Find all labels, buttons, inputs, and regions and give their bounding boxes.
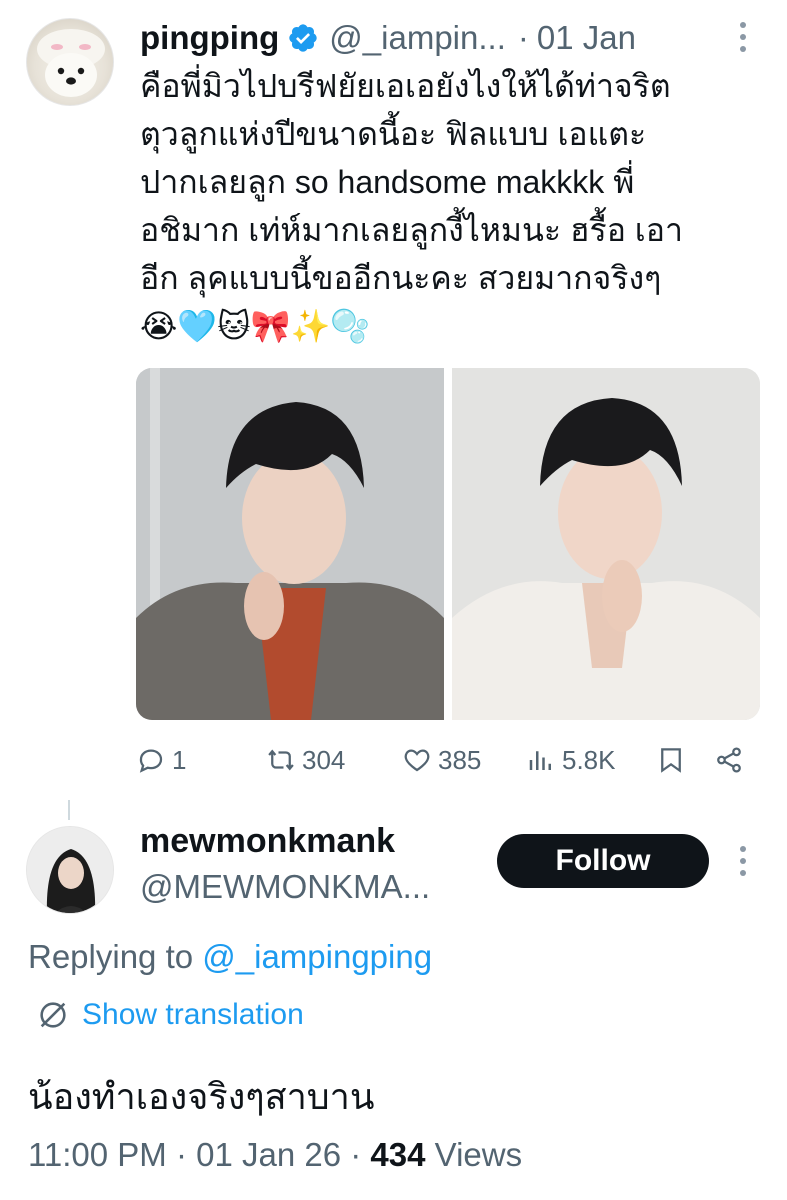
replying-to-prefix: Replying to [28, 938, 203, 975]
show-translation-link[interactable]: Show translation [36, 998, 304, 1032]
retweet-icon [268, 749, 294, 771]
views-icon [529, 751, 551, 770]
reply-timestamp[interactable]: 11:00 PM · 01 Jan 26 · [28, 1136, 370, 1173]
views-button[interactable]: 5.8K [526, 745, 656, 776]
dog-avatar-image [37, 29, 105, 97]
reply-author-name[interactable]: mewmonkmank [140, 822, 395, 861]
reply-count: 1 [172, 744, 187, 775]
like-count: 385 [438, 744, 482, 775]
verified-badge-icon [287, 22, 319, 54]
author-avatar[interactable] [26, 18, 114, 106]
tweet-date[interactable]: 01 Jan [537, 19, 636, 57]
show-translation-label: Show translation [82, 998, 304, 1031]
retweet-count: 304 [302, 744, 346, 775]
like-icon [404, 749, 430, 772]
tweet-actions: 1 304 385 5.8K [136, 740, 756, 780]
reply-button[interactable]: 1 [136, 745, 266, 776]
replying-to-mention[interactable]: @_iampingping [202, 938, 432, 975]
translate-icon [40, 1002, 66, 1028]
bookmark-button[interactable] [656, 745, 714, 775]
author-handle[interactable]: @_iampin... [329, 19, 506, 57]
tweet-header: pingping @_iampin... · 01 Jan [140, 16, 760, 60]
replying-to-line: Replying to @_iampingping [28, 938, 432, 976]
reply-icon [139, 749, 163, 773]
views-count: 5.8K [562, 744, 616, 775]
author-display-name[interactable]: pingping [140, 19, 279, 57]
photo-person-white-jacket [452, 368, 760, 720]
tweet-photo-2[interactable] [452, 368, 760, 720]
share-icon [717, 747, 741, 773]
bookmark-icon [661, 748, 681, 773]
separator-dot: · [517, 19, 529, 56]
reply-author-avatar[interactable] [26, 826, 114, 914]
reply-text: น้องทำเองจริงๆสาบาน [28, 1076, 375, 1117]
retweet-button[interactable]: 304 [266, 745, 402, 776]
reply-author-handle[interactable]: @MEWMONKMA... [140, 868, 430, 906]
reply-views-label: Views [425, 1136, 523, 1173]
more-icon[interactable] [736, 846, 750, 876]
thread-connector [68, 800, 70, 820]
tweet-text: คือพี่มิวไปบรีฟยัยเอเอยังไงให้ได้ท่าจริต… [140, 68, 683, 344]
more-icon[interactable] [736, 22, 750, 52]
photo-person-grey-jacket [136, 368, 444, 720]
like-button[interactable]: 385 [402, 745, 526, 776]
reply-views-count: 434 [370, 1136, 426, 1173]
share-button[interactable] [714, 745, 754, 775]
person-avatar-image [27, 827, 113, 913]
tweet-photo-1[interactable] [136, 368, 444, 720]
follow-button[interactable]: Follow [497, 834, 709, 888]
reply-meta: 11:00 PM · 01 Jan 26 · 434 Views [28, 1136, 522, 1174]
